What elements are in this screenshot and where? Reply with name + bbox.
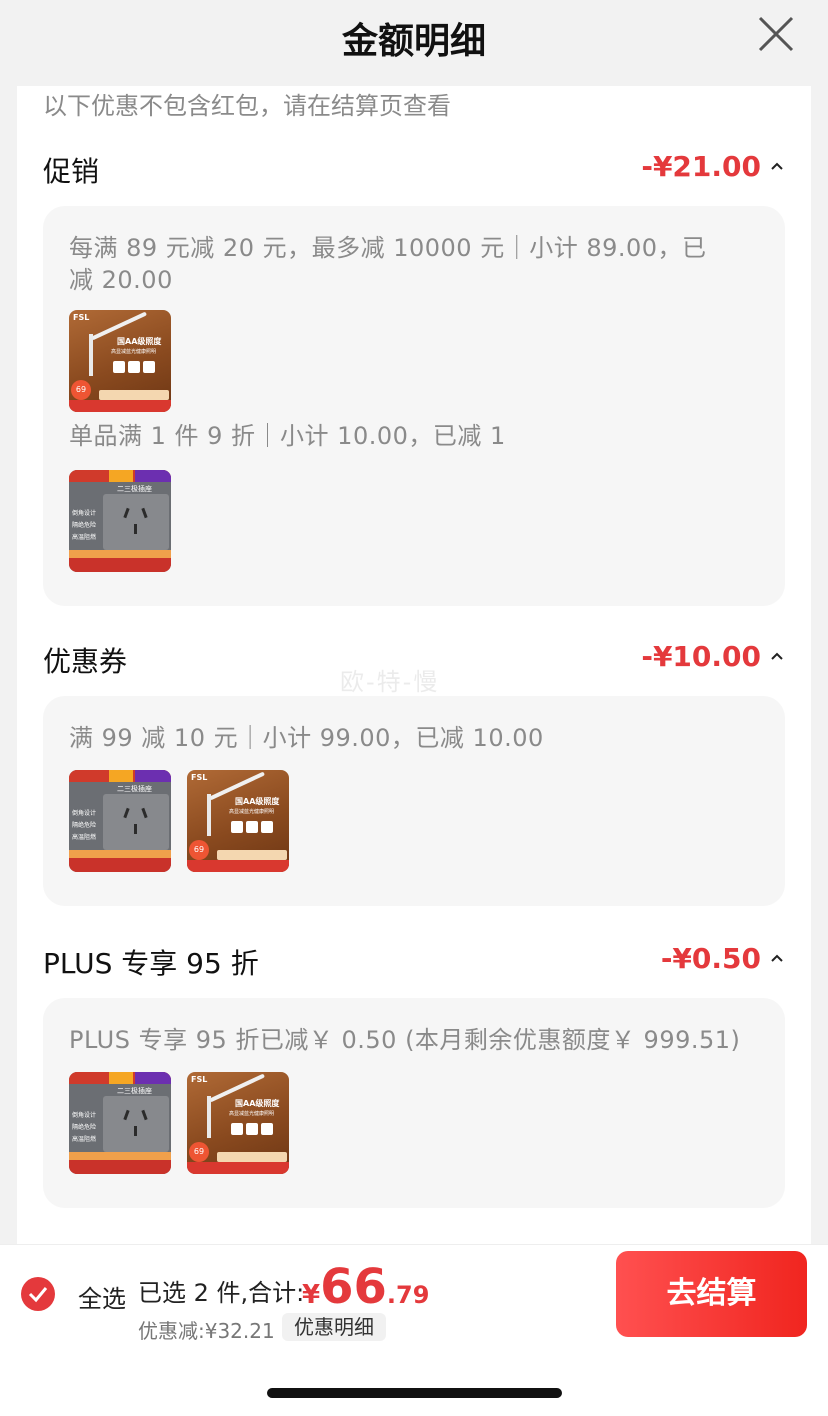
- watermark: 欧-特-慢: [340, 668, 440, 696]
- rule-text: PLUS 专享 95 折已减￥ 0.50 (本月剩余优惠额度￥ 999.51): [69, 1026, 741, 1054]
- select-all-checkbox[interactable]: [21, 1277, 55, 1311]
- section-plus-header[interactable]: PLUS 专享 95 折 -¥0.50: [43, 942, 785, 982]
- section-amount: -¥21.00: [641, 150, 761, 183]
- chevron-up-icon[interactable]: [769, 950, 785, 966]
- section-amount: -¥0.50: [660, 942, 761, 975]
- rule-text: 满 99 减 10 元｜小计 99.00，已减 10.00: [69, 724, 544, 752]
- checkout-button[interactable]: 去结算: [616, 1251, 807, 1337]
- discount-amount: 优惠减:¥32.21: [138, 1319, 275, 1343]
- section-title: 优惠券: [43, 645, 128, 678]
- rule-text: 每满 89 元减 20 元，最多减 10000 元｜小计 89.00，已减 20…: [69, 234, 707, 294]
- chevron-up-icon[interactable]: [769, 158, 785, 174]
- close-icon[interactable]: [756, 14, 796, 54]
- home-indicator[interactable]: [267, 1388, 562, 1398]
- notice-text: 以下优惠不包含红包，请在结算页查看: [43, 92, 451, 120]
- product-thumb-lamp[interactable]: FSL 国AA级照度 高显减蓝光健康照明 69: [69, 310, 171, 412]
- rule-text: 单品满 1 件 9 折｜小计 10.00，已减 1: [69, 422, 506, 450]
- select-all-label[interactable]: 全选: [78, 1279, 126, 1314]
- product-thumb-socket[interactable]: 二三极插座 倒角设计 隔绝危险 高温阻燃: [69, 1072, 171, 1174]
- product-thumb-socket[interactable]: 二三极插座 倒角设计 隔绝危险 高温阻燃: [69, 770, 171, 872]
- section-promotion-header[interactable]: 促销 -¥21.00: [43, 150, 785, 190]
- selected-count: 已选 2 件,合计:: [138, 1279, 305, 1307]
- product-thumb-lamp[interactable]: FSL 国AA级照度 高显减蓝光健康照明 69: [187, 770, 289, 872]
- checkmark-icon: [28, 1287, 48, 1303]
- product-thumb-lamp[interactable]: FSL 国AA级照度 高显减蓝光健康照明 69: [187, 1072, 289, 1174]
- home-area: [0, 1342, 828, 1416]
- section-amount: -¥10.00: [641, 640, 761, 673]
- coupon-box: 满 99 减 10 元｜小计 99.00，已减 10.00 二三极插座 倒角设计…: [43, 696, 785, 906]
- checkout-bar: 全选 已选 2 件,合计: ¥66.79 优惠减:¥32.21 优惠明细 去结算: [0, 1244, 828, 1343]
- section-title: 促销: [43, 155, 100, 188]
- discount-detail-button[interactable]: 优惠明细: [282, 1313, 386, 1341]
- chevron-up-icon[interactable]: [769, 648, 785, 664]
- product-thumb-socket[interactable]: 二三极插座 倒角设计 隔绝危险 高温阻燃: [69, 470, 171, 572]
- header: 金额明细: [0, 0, 828, 86]
- total-price: ¥66.79: [302, 1259, 430, 1315]
- plus-box: PLUS 专享 95 折已减￥ 0.50 (本月剩余优惠额度￥ 999.51) …: [43, 998, 785, 1208]
- section-title: PLUS 专享 95 折: [43, 947, 259, 980]
- page-title: 金额明细: [341, 21, 486, 62]
- promotion-box: 每满 89 元减 20 元，最多减 10000 元｜小计 89.00，已减 20…: [43, 206, 785, 606]
